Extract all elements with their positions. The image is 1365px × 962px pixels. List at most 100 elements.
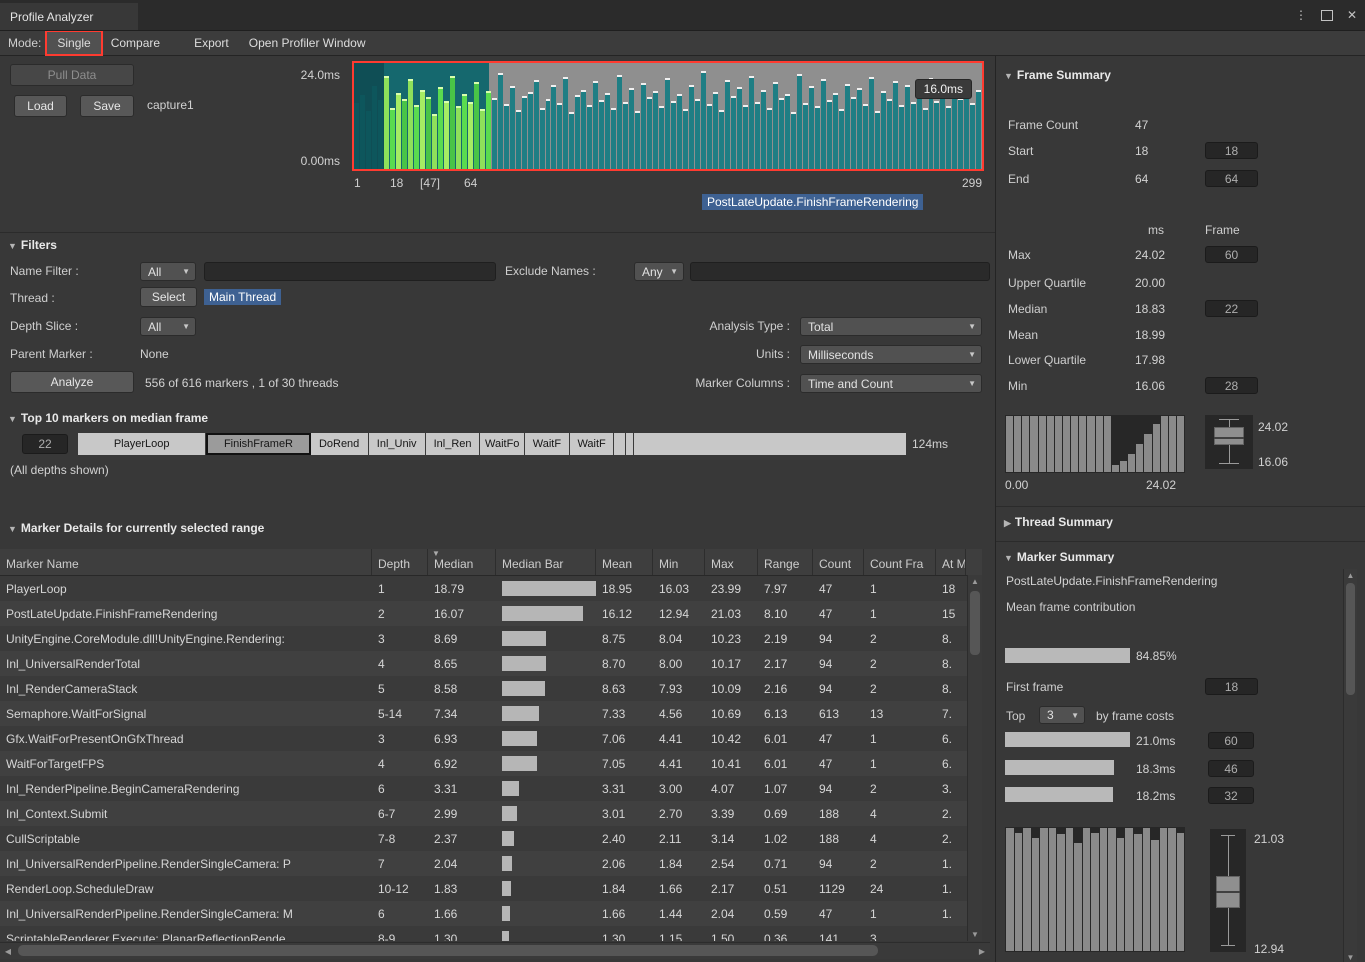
table-row[interactable]: PostLateUpdate.FinishFrameRendering216.0… [0,601,982,626]
scroll-left-icon[interactable]: ◀ [0,943,16,959]
table-row[interactable]: Inl_Context.Submit6-72.993.012.703.390.6… [0,801,982,826]
table-row[interactable]: Inl_UniversalRenderPipeline.RenderSingle… [0,851,982,876]
table-row[interactable]: UnityEngine.CoreModule.dll!UnityEngine.R… [0,626,982,651]
median-frame-badge[interactable]: 22 [1205,300,1258,317]
selected-marker-label[interactable]: PostLateUpdate.FinishFrameRendering [702,194,923,210]
top10-header[interactable]: ▼Top 10 markers on median frame [8,411,208,425]
column-header[interactable]: Count [813,549,864,575]
table-row[interactable]: Inl_RenderPipeline.BeginCameraRendering6… [0,776,982,801]
marker-details-header[interactable]: ▼Marker Details for currently selected r… [8,521,264,535]
top10-marker-segment[interactable]: WaitF [570,433,615,455]
maximize-icon[interactable] [1321,10,1333,21]
top10-marker-segment[interactable]: DoRend [311,433,369,455]
units-dropdown[interactable]: Milliseconds▼ [800,345,982,364]
marker-summary-header[interactable]: ▼Marker Summary [1004,550,1114,564]
scroll-up-icon[interactable]: ▲ [968,577,982,586]
thread-value[interactable]: Main Thread [204,289,281,305]
top-cost-frame-badge[interactable]: 32 [1208,787,1254,804]
frame-summary-histogram [1005,415,1185,473]
value-cell: 8.04 [653,626,705,651]
panel-vertical-scrollbar[interactable]: ▲ ▼ [1343,569,1357,962]
menu-icon[interactable]: ⋮ [1295,8,1307,22]
top-n-dropdown[interactable]: 3▼ [1039,706,1085,724]
exclude-names-dropdown[interactable]: Any▼ [634,262,684,281]
open-profiler-window-button[interactable]: Open Profiler Window [239,32,376,54]
column-header[interactable]: Range [758,549,813,575]
load-button[interactable]: Load [14,95,67,117]
table-row[interactable]: Inl_UniversalRenderPipeline.RenderSingle… [0,901,982,926]
scrollbar-thumb[interactable] [970,591,980,655]
column-header[interactable]: Median Bar [496,549,596,575]
table-row[interactable]: CullScriptable7-82.372.402.113.141.02188… [0,826,982,851]
close-icon[interactable]: ✕ [1347,8,1357,22]
marker-columns-dropdown[interactable]: Time and Count▼ [800,374,982,393]
top10-frame-badge[interactable]: 22 [22,434,68,454]
table-row[interactable]: PlayerLoop118.7918.9516.0323.997.9747118 [0,576,982,601]
frame-time-chart[interactable]: 16.0ms [352,61,984,171]
mode-compare-button[interactable]: Compare [101,32,170,54]
min-frame-badge[interactable]: 28 [1205,377,1258,394]
top10-marker-segment[interactable]: Inl_Ren [426,433,481,455]
column-header[interactable]: At M [936,549,966,575]
axis-tick: 299 [962,176,982,190]
thread-select-button[interactable]: Select [140,287,197,307]
top10-marker-segment[interactable]: WaitFo [480,433,525,455]
max-frame-badge[interactable]: 60 [1205,246,1258,263]
depth-slice-dropdown[interactable]: All▼ [140,317,196,336]
window-tab[interactable]: Profile Analyzer [0,3,138,30]
top10-marker-segment[interactable]: PlayerLoop [78,433,206,455]
table-row[interactable]: Inl_UniversalRenderTotal48.658.708.0010.… [0,651,982,676]
analyze-button[interactable]: Analyze [10,371,134,393]
scroll-down-icon[interactable]: ▼ [968,930,982,939]
frame-bar [546,99,551,169]
table-row[interactable]: RenderLoop.ScheduleDraw10-121.831.841.66… [0,876,982,901]
top10-marker-segment[interactable]: Inl_Univ [369,433,426,455]
scrollbar-thumb[interactable] [1346,583,1355,695]
top-cost-frame-badge[interactable]: 46 [1208,760,1254,777]
mode-single-button[interactable]: Single [47,32,100,54]
column-header[interactable]: Count Fra [864,549,936,575]
column-header[interactable]: Mean [596,549,653,575]
table-row[interactable]: Semaphore.WaitForSignal5-147.347.334.561… [0,701,982,726]
column-header[interactable]: ▼Median [428,549,496,575]
thread-summary-header[interactable]: ▶Thread Summary [1004,515,1113,529]
value-cell: 2. [936,801,966,826]
table-row[interactable]: WaitForTargetFPS46.927.054.4110.416.0147… [0,751,982,776]
scroll-right-icon[interactable]: ▶ [974,943,990,959]
top10-marker-segment[interactable] [614,433,626,455]
marker-name-cell: Inl_RenderPipeline.BeginCameraRendering [0,776,372,801]
column-header[interactable]: Depth [372,549,428,575]
analysis-type-dropdown[interactable]: Total▼ [800,317,982,336]
column-header[interactable]: Marker Name [0,549,372,575]
filters-header[interactable]: ▼Filters [8,238,57,252]
table-row[interactable]: ScriptableRenderer.Execute: PlanarReflec… [0,926,982,941]
histogram-bar [1128,454,1135,472]
table-vertical-scrollbar[interactable]: ▲ ▼ [967,575,982,941]
exclude-names-input[interactable] [690,262,990,281]
top-cost-frame-badge[interactable]: 60 [1208,732,1254,749]
scroll-down-icon[interactable]: ▼ [1344,953,1357,962]
value-cell: 0.69 [758,801,813,826]
first-frame-badge[interactable]: 18 [1205,678,1258,695]
frame-count-label: Frame Count [1008,118,1078,132]
top10-marker-segment[interactable] [626,433,634,455]
start-frame-badge[interactable]: 18 [1205,142,1258,159]
scroll-up-icon[interactable]: ▲ [1344,571,1357,580]
table-horizontal-scrollbar[interactable]: ◀ ▶ [0,942,990,959]
top10-marker-segment[interactable]: FinishFrameR [206,433,310,455]
end-frame-badge[interactable]: 64 [1205,170,1258,187]
scrollbar-thumb[interactable] [18,945,878,956]
name-filter-input[interactable] [204,262,496,281]
frame-summary-header[interactable]: ▼Frame Summary [1004,68,1111,82]
table-row[interactable]: Inl_RenderCameraStack58.588.637.9310.092… [0,676,982,701]
column-header[interactable]: Min [653,549,705,575]
top10-marker-segment[interactable]: WaitF [525,433,570,455]
value-cell: 0.36 [758,926,813,941]
pull-data-button[interactable]: Pull Data [10,64,134,86]
column-header[interactable]: Max [705,549,758,575]
table-row[interactable]: Gfx.WaitForPresentOnGfxThread36.937.064.… [0,726,982,751]
value-cell: 13 [864,701,936,726]
save-button[interactable]: Save [80,95,134,117]
name-filter-dropdown[interactable]: All▼ [140,262,196,281]
export-button[interactable]: Export [184,32,239,54]
